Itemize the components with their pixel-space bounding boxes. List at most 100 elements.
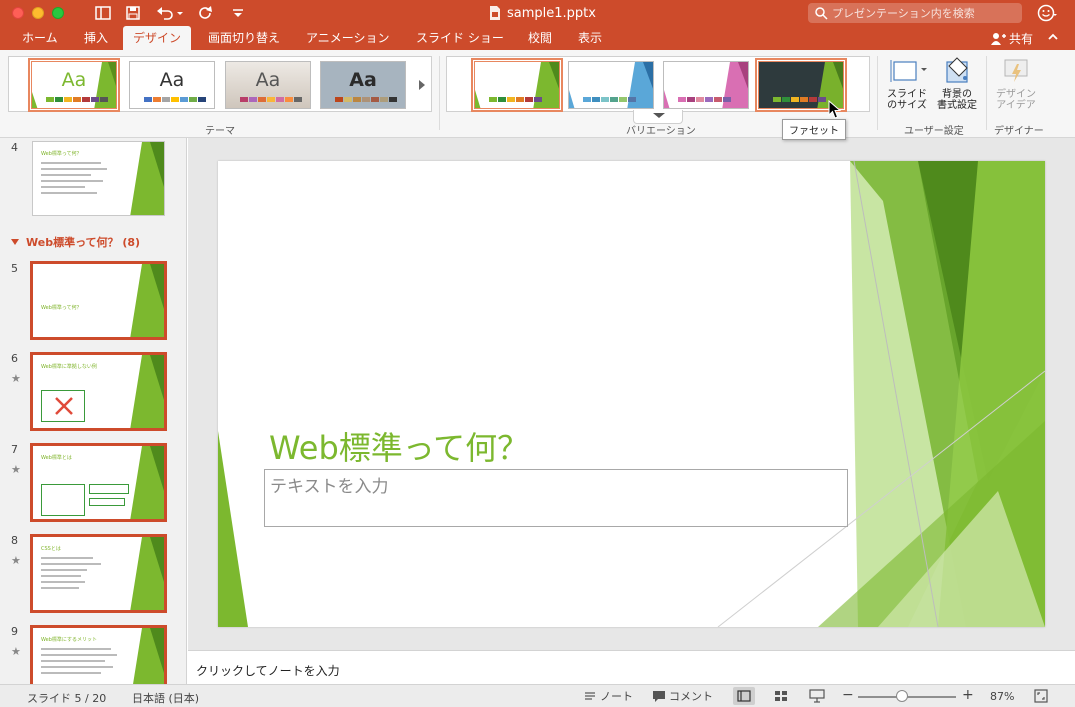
- variant-color-swatches: [773, 97, 826, 102]
- tab-design[interactable]: デザイン: [123, 26, 192, 50]
- thumbnail-diagram-box: [89, 484, 129, 494]
- section-header[interactable]: Web標準って何？ (8): [10, 234, 140, 250]
- minimize-window-button[interactable]: [32, 7, 44, 19]
- notes-toggle-label: ノート: [600, 690, 633, 703]
- slide-thumbnail-5[interactable]: Web標準って何？: [30, 261, 167, 340]
- slide-title[interactable]: Web標準って何？: [269, 423, 529, 469]
- slide-number: 8: [11, 534, 18, 547]
- section-collapse-icon: [11, 239, 19, 245]
- animation-star-icon: ★: [11, 463, 21, 476]
- notes-toggle-button[interactable]: ノート: [583, 688, 633, 704]
- slide-thumbnail-panel[interactable]: 4 Web標準って何？ Web標準って何？ (8) 5 Web標準って何？ 6 …: [0, 138, 187, 684]
- slide-number: 9: [11, 625, 18, 638]
- theme-aa-text: Aa: [349, 69, 377, 91]
- animation-star-icon: ★: [11, 554, 21, 567]
- slide-thumbnail-9[interactable]: Web標準にするメリット: [30, 625, 167, 684]
- animation-star-icon: ★: [11, 372, 21, 385]
- variants-group-label: バリエーション: [626, 126, 696, 137]
- slide-number: 7: [11, 443, 18, 456]
- thumbnail-decoration: [130, 264, 164, 337]
- design-ideas-icon: [1004, 59, 1028, 82]
- zoom-window-button[interactable]: [52, 7, 64, 19]
- normal-view-button[interactable]: [733, 687, 755, 705]
- variants-more-button[interactable]: [633, 110, 683, 124]
- current-slide[interactable]: Web標準って何？ テキストを入力: [218, 161, 1045, 627]
- theme-aa-text: Aa: [61, 69, 87, 91]
- save-icon[interactable]: [124, 4, 142, 22]
- tab-transitions[interactable]: 画面切り替え: [198, 26, 290, 50]
- design-ideas-label-1: デザイン: [996, 89, 1036, 100]
- tab-view[interactable]: 表示: [568, 26, 612, 50]
- tab-home[interactable]: ホーム: [12, 26, 68, 50]
- ribbon-tab-bar: ホーム 挿入 デザイン 画面切り替え アニメーション スライド ショー 校閲 表…: [0, 26, 1075, 50]
- share-label: 共有: [1009, 32, 1034, 46]
- feedback-smiley-icon[interactable]: [1037, 3, 1057, 23]
- document-title-text: sample1.pptx: [507, 5, 596, 21]
- redo-icon[interactable]: [197, 4, 215, 22]
- comments-toggle-button[interactable]: コメント: [652, 688, 713, 704]
- ribbon-divider: [986, 56, 987, 130]
- notes-icon: [585, 692, 595, 700]
- theme-office-thumbnail[interactable]: Aa: [129, 61, 215, 109]
- search-box[interactable]: [808, 3, 1022, 23]
- close-window-button[interactable]: [12, 7, 24, 19]
- zoom-level[interactable]: 87%: [990, 690, 1014, 703]
- slide-number: 6: [11, 352, 18, 365]
- slide-thumbnail-8[interactable]: CSSとは: [30, 534, 167, 613]
- slide-body-placeholder[interactable]: テキストを入力: [264, 469, 848, 527]
- customize-group-label: ユーザー設定: [904, 126, 964, 137]
- variant-tooltip: ファセット: [782, 119, 846, 140]
- slide-thumbnail-7[interactable]: Web標準とは: [30, 443, 167, 522]
- notes-pane[interactable]: クリックしてノートを入力: [188, 650, 1075, 684]
- slideshow-view-button[interactable]: [806, 687, 828, 705]
- tab-review[interactable]: 校閲: [518, 26, 562, 50]
- format-background-button[interactable]: 背景の 書式設定: [934, 56, 980, 111]
- slide-sorter-view-button[interactable]: [770, 687, 792, 705]
- share-button[interactable]: 共有: [990, 30, 1033, 47]
- variant-blue-thumbnail[interactable]: [568, 61, 654, 109]
- fit-to-window-button[interactable]: [1030, 687, 1052, 705]
- thumbnail-bullets: [41, 557, 111, 589]
- thumbnail-title: Web標準って何？: [41, 151, 82, 157]
- notes-placeholder[interactable]: クリックしてノートを入力: [196, 662, 340, 679]
- slide-number: 5: [11, 262, 18, 275]
- slide-size-button[interactable]: スライド のサイズ: [884, 56, 930, 111]
- collapse-ribbon-icon[interactable]: [1046, 30, 1060, 44]
- animation-star-icon: ★: [11, 645, 21, 658]
- slide-editor-area[interactable]: Web標準って何？ テキストを入力: [188, 138, 1075, 650]
- language-indicator[interactable]: 日本語 (日本): [132, 690, 199, 706]
- search-input[interactable]: [832, 6, 1022, 20]
- add-person-icon: [991, 32, 1006, 45]
- zoom-in-button[interactable]: +: [962, 687, 974, 703]
- zoom-out-button[interactable]: −: [842, 687, 854, 703]
- tab-insert[interactable]: 挿入: [74, 26, 118, 50]
- variant-green-thumbnail[interactable]: [471, 58, 563, 112]
- slide-thumbnail-6[interactable]: Web標準に準拠しない例: [30, 352, 167, 431]
- thumbnail-title: Web標準にするメリット: [41, 637, 97, 643]
- theme-facet-thumbnail[interactable]: Aa: [28, 58, 120, 112]
- sidebar-toggle-icon[interactable]: [94, 4, 112, 22]
- ribbon-divider: [439, 56, 440, 130]
- theme-color-swatches: [46, 97, 108, 102]
- undo-icon[interactable]: [155, 4, 185, 22]
- slide-thumbnail-4[interactable]: Web標準って何？: [32, 141, 165, 216]
- thumbnail-decoration: [130, 446, 164, 519]
- variants-gallery: [446, 56, 870, 112]
- normal-view-icon: [737, 690, 751, 702]
- customize-toolbar-icon[interactable]: [229, 4, 247, 22]
- thumbnail-title: Web標準に準拠しない例: [41, 364, 97, 370]
- tab-animations[interactable]: アニメーション: [296, 26, 400, 50]
- variant-pink-thumbnail[interactable]: [663, 61, 749, 109]
- themes-next-arrow-icon[interactable]: [415, 75, 429, 95]
- fit-window-icon: [1034, 689, 1048, 703]
- themes-gallery: Aa Aa Aa Aa: [8, 56, 432, 112]
- zoom-slider-thumb[interactable]: [896, 690, 908, 702]
- cross-mark-icon: [55, 397, 73, 415]
- tab-slideshow[interactable]: スライド ショー: [406, 26, 514, 50]
- slide-indicator: スライド 5 / 20: [27, 692, 107, 705]
- comments-toggle-label: コメント: [669, 690, 713, 703]
- thumbnail-decoration: [130, 537, 164, 610]
- theme-gallery-thumbnail[interactable]: Aa: [225, 61, 311, 109]
- theme-slate-thumbnail[interactable]: Aa: [320, 61, 406, 109]
- design-ideas-button[interactable]: デザイン アイデア: [992, 56, 1040, 111]
